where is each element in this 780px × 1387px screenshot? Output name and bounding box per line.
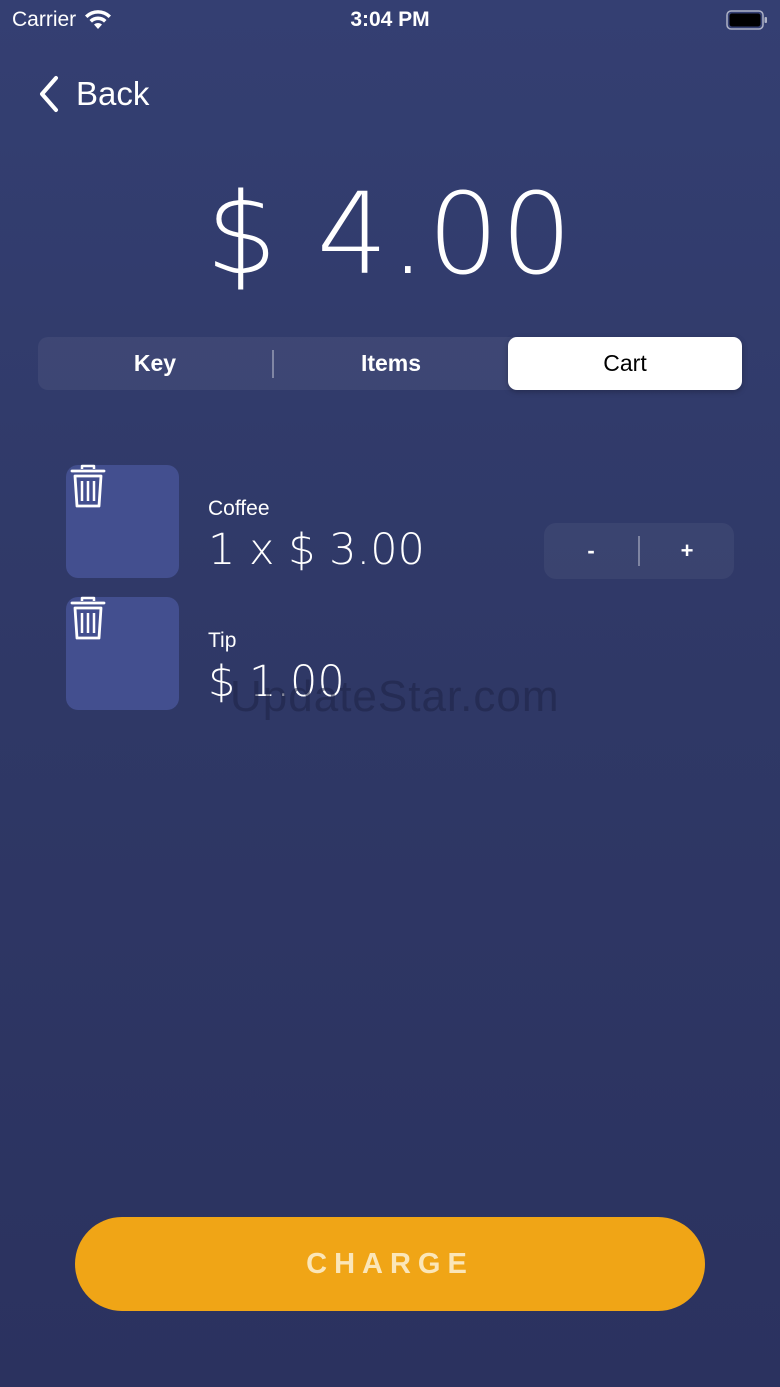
chevron-left-icon [40,76,58,112]
delete-item-button[interactable] [66,596,179,710]
item-name: Tip [208,629,237,652]
trash-icon [70,596,106,640]
tab-key[interactable]: Key [38,337,272,390]
back-label: Back [76,75,150,112]
item-price: 1 x $ 3.00 [208,525,425,575]
tab-key-label: Key [133,350,177,376]
status-bar: Carrier 3:04 PM [0,0,780,40]
cart-item-coffee: Coffee 1 x $ 3.00 - + [66,464,736,579]
tab-cart-label: Cart [603,350,647,376]
watermark: UpdateStar.com [230,672,560,721]
charge-button[interactable]: CHARGE [75,1217,705,1311]
quantity-stepper: - + [544,523,734,579]
delete-item-button[interactable] [66,464,179,578]
tab-items-label: Items [360,350,422,376]
tab-cart[interactable]: Cart [508,337,742,390]
back-button[interactable]: Back [36,74,149,114]
total-amount: $ 4.00 [205,170,575,300]
segmented-control: Key Items Cart [38,337,742,390]
decrement-button[interactable]: - [544,538,638,564]
increment-button[interactable]: + [640,538,734,564]
status-time: 3:04 PM [350,8,430,31]
trash-icon [70,464,106,508]
item-name: Coffee [208,497,270,520]
tab-items[interactable]: Items [274,337,508,390]
battery-icon [726,10,767,30]
